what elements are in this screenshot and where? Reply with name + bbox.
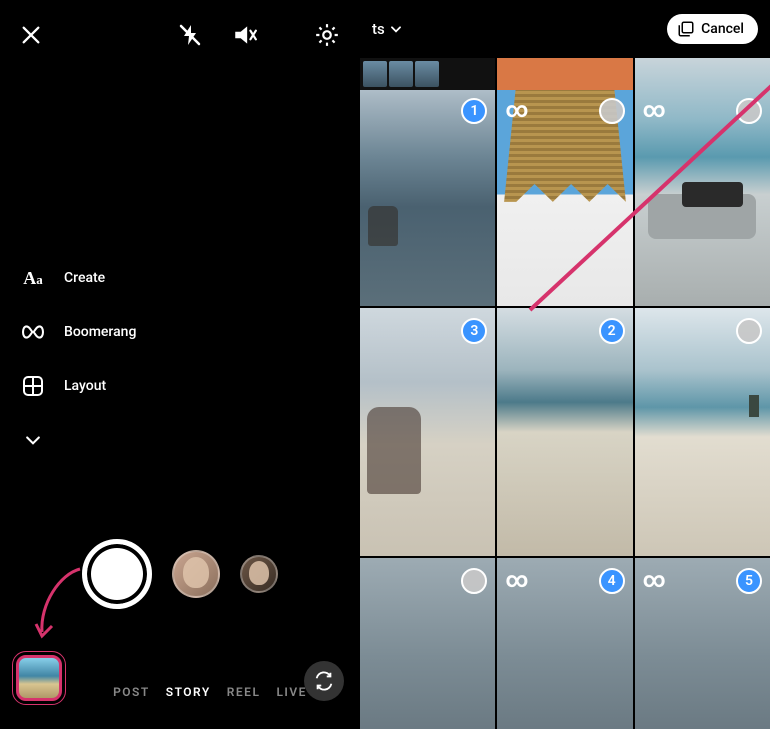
- mode-boomerang[interactable]: Boomerang: [20, 319, 136, 345]
- selection-badge: 2: [599, 318, 625, 344]
- close-icon[interactable]: [20, 24, 42, 46]
- selection-badge-empty: [736, 98, 762, 124]
- recent-banner: [497, 58, 632, 90]
- album-dropdown[interactable]: ts: [372, 20, 403, 38]
- selection-badge-empty: [599, 98, 625, 124]
- mode-layout[interactable]: Layout: [20, 373, 136, 399]
- gallery-item[interactable]: 1: [360, 58, 495, 306]
- recents-strip: [360, 58, 495, 90]
- story-mode-list: Aa Create Boomerang Layout: [20, 265, 136, 453]
- layout-icon: [20, 373, 46, 399]
- multi-select-cancel-button[interactable]: Cancel: [667, 14, 758, 44]
- boomerang-icon: ∞: [505, 568, 526, 593]
- effect-filter-1[interactable]: [172, 550, 220, 598]
- chevron-down-icon: [389, 22, 403, 36]
- text-aa-icon: Aa: [20, 265, 46, 291]
- gallery-grid: 1 ∞ ∞ 3 2 ∞ 4 ∞ 5: [360, 58, 770, 729]
- camera-top-bar: [0, 0, 360, 70]
- camera-story-screen: Aa Create Boomerang Layout: [0, 0, 360, 729]
- boomerang-icon: [20, 319, 46, 345]
- gallery-item[interactable]: 2: [497, 308, 632, 556]
- effect-filter-2[interactable]: [240, 555, 278, 593]
- boomerang-icon: ∞: [643, 98, 664, 123]
- selection-badge: 4: [599, 568, 625, 594]
- mode-layout-label: Layout: [64, 378, 106, 394]
- shutter-button[interactable]: [82, 539, 152, 609]
- boomerang-icon: ∞: [505, 98, 526, 123]
- tab-reel[interactable]: REEL: [227, 685, 261, 699]
- gallery-item[interactable]: ∞ 4: [497, 558, 632, 729]
- chevron-down-icon: [20, 427, 46, 453]
- mode-expand-toggle[interactable]: [20, 427, 136, 453]
- multi-select-icon: [677, 20, 695, 38]
- gallery-top-bar: ts Cancel: [360, 0, 770, 58]
- gallery-item[interactable]: ∞: [635, 58, 770, 306]
- album-dropdown-label: ts: [372, 20, 385, 38]
- capture-mode-tabs: POST STORY REEL LIVE: [113, 685, 307, 699]
- gallery-item[interactable]: [360, 558, 495, 729]
- selection-badge-empty: [461, 568, 487, 594]
- tab-post[interactable]: POST: [113, 685, 150, 699]
- tab-story[interactable]: STORY: [166, 685, 211, 699]
- mode-boomerang-label: Boomerang: [64, 324, 136, 340]
- mode-create-label: Create: [64, 270, 105, 286]
- boomerang-icon: ∞: [643, 568, 664, 593]
- selection-badge: 3: [461, 318, 487, 344]
- cancel-label: Cancel: [701, 21, 744, 37]
- mode-create[interactable]: Aa Create: [20, 265, 136, 291]
- gallery-item[interactable]: 3: [360, 308, 495, 556]
- flash-off-icon[interactable]: [178, 22, 202, 48]
- gallery-item[interactable]: ∞ 5: [635, 558, 770, 729]
- sound-off-icon[interactable]: [232, 22, 258, 48]
- switch-camera-button[interactable]: [304, 661, 344, 701]
- selection-badge: 1: [461, 98, 487, 124]
- selection-badge-empty: [736, 318, 762, 344]
- settings-icon[interactable]: [314, 22, 340, 48]
- gallery-picker-screen: ts Cancel 1: [360, 0, 770, 729]
- gallery-item[interactable]: [635, 308, 770, 556]
- tab-live[interactable]: LIVE: [276, 685, 307, 699]
- selection-badge: 5: [736, 568, 762, 594]
- shutter-row: [0, 539, 360, 609]
- gallery-item[interactable]: ∞: [497, 58, 632, 306]
